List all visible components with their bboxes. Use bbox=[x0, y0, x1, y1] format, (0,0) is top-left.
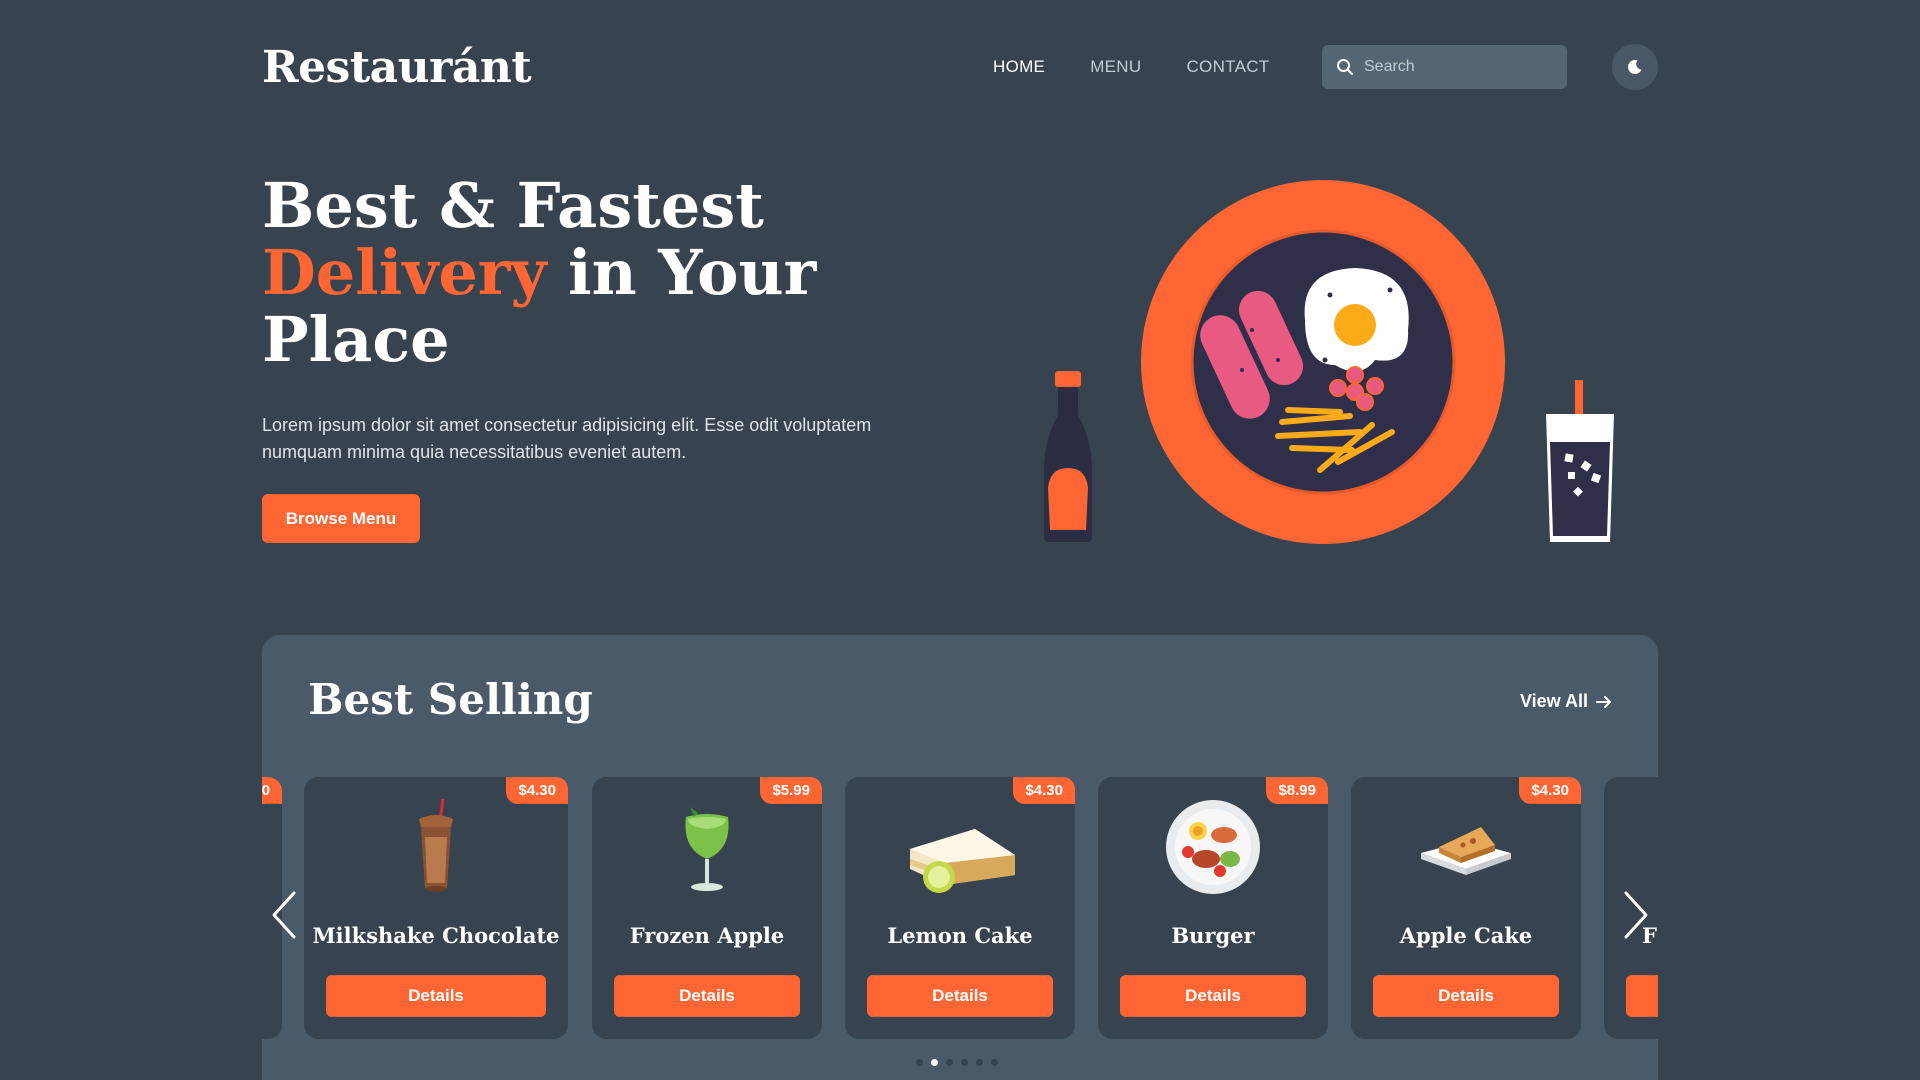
product-name: Milkshake Chocolate bbox=[312, 923, 560, 948]
price-badge: $8.99 bbox=[1266, 777, 1328, 804]
product-name: Frozen Apple bbox=[629, 923, 785, 948]
pagination-dot[interactable] bbox=[976, 1059, 983, 1066]
hero-title: Best & Fastest Delivery in Your Place bbox=[262, 172, 902, 373]
details-button[interactable]: Details bbox=[1120, 975, 1306, 1017]
product-card: $4.30 Milkshake Chocolate Details bbox=[304, 777, 568, 1039]
view-all-label: View All bbox=[1519, 691, 1588, 711]
details-button[interactable]: Details bbox=[1373, 975, 1559, 1017]
price-badge: $4.30 bbox=[1013, 777, 1075, 804]
details-button[interactable]: Details bbox=[326, 975, 546, 1017]
details-button[interactable] bbox=[1626, 975, 1658, 1017]
arrow-right-icon bbox=[1596, 695, 1611, 708]
carousel-prev-icon[interactable] bbox=[266, 885, 306, 945]
site-header: Restauránt HOME MENU CONTACT bbox=[262, 40, 1658, 100]
apple-cake-icon bbox=[1421, 827, 1511, 875]
best-selling-title: Best Selling bbox=[308, 675, 593, 724]
main-nav: HOME MENU CONTACT bbox=[993, 57, 1269, 77]
view-all-link[interactable]: View All bbox=[1520, 691, 1612, 712]
product-name: Lemon Cake bbox=[887, 923, 1033, 948]
nav-home-link[interactable]: HOME bbox=[993, 57, 1045, 77]
frozen-apple-icon bbox=[685, 807, 729, 891]
details-button[interactable]: Details bbox=[614, 975, 800, 1017]
pagination-dot[interactable] bbox=[946, 1059, 953, 1066]
search-box[interactable] bbox=[1322, 45, 1567, 89]
carousel-pagination bbox=[916, 1059, 998, 1066]
burger-plate-icon bbox=[1166, 800, 1260, 894]
hero-title-line1: Best & Fastest bbox=[262, 169, 764, 242]
product-card: $4.30 Lemon Cake Details bbox=[845, 777, 1075, 1039]
lemon-cake-icon bbox=[910, 829, 1015, 893]
soda-glass-icon bbox=[1546, 380, 1614, 542]
milkshake-icon bbox=[419, 798, 453, 892]
pagination-dot[interactable] bbox=[961, 1059, 968, 1066]
price-badge: $4.30 bbox=[506, 777, 568, 804]
breakfast-plate-icon bbox=[1141, 180, 1505, 544]
hero-title-line2: in Your bbox=[546, 236, 817, 309]
sauce-bottle-icon bbox=[1044, 371, 1092, 542]
price-badge: $5.99 bbox=[760, 777, 822, 804]
price-badge: $4.30 bbox=[1519, 777, 1581, 804]
hero-description: Lorem ipsum dolor sit amet consectetur a… bbox=[262, 415, 872, 462]
search-input[interactable] bbox=[1364, 58, 1554, 76]
product-card: $4.30 Apple Cake Details bbox=[1351, 777, 1581, 1039]
product-card: $8.99 Burger Details bbox=[1098, 777, 1328, 1039]
site-logo[interactable]: Restauránt bbox=[262, 42, 532, 93]
best-selling-section: Best Selling View All $4.30 $4.30 Milksh… bbox=[262, 635, 1658, 1080]
browse-menu-button[interactable]: Browse Menu bbox=[262, 494, 420, 543]
price-badge: $4.30 bbox=[262, 777, 282, 804]
theme-toggle-button[interactable] bbox=[1612, 44, 1658, 90]
search-icon bbox=[1337, 59, 1353, 75]
nav-contact-link[interactable]: CONTACT bbox=[1186, 57, 1269, 77]
moon-icon bbox=[1627, 60, 1642, 75]
hero-title-line3: Place bbox=[262, 303, 450, 376]
pagination-dot[interactable] bbox=[916, 1059, 923, 1066]
nav-menu-link[interactable]: MENU bbox=[1090, 57, 1141, 77]
product-card: $5.99 Frozen Apple Details bbox=[592, 777, 822, 1039]
hero-illustration bbox=[1044, 180, 1614, 544]
hero-title-accent: Delivery bbox=[262, 236, 547, 309]
product-name: Burger bbox=[1171, 923, 1255, 948]
details-button[interactable]: Details bbox=[867, 975, 1053, 1017]
pagination-dot-active[interactable] bbox=[931, 1059, 938, 1066]
product-name: Apple Cake bbox=[1399, 923, 1533, 948]
pagination-dot[interactable] bbox=[991, 1059, 998, 1066]
carousel-next-icon[interactable] bbox=[1614, 885, 1654, 945]
